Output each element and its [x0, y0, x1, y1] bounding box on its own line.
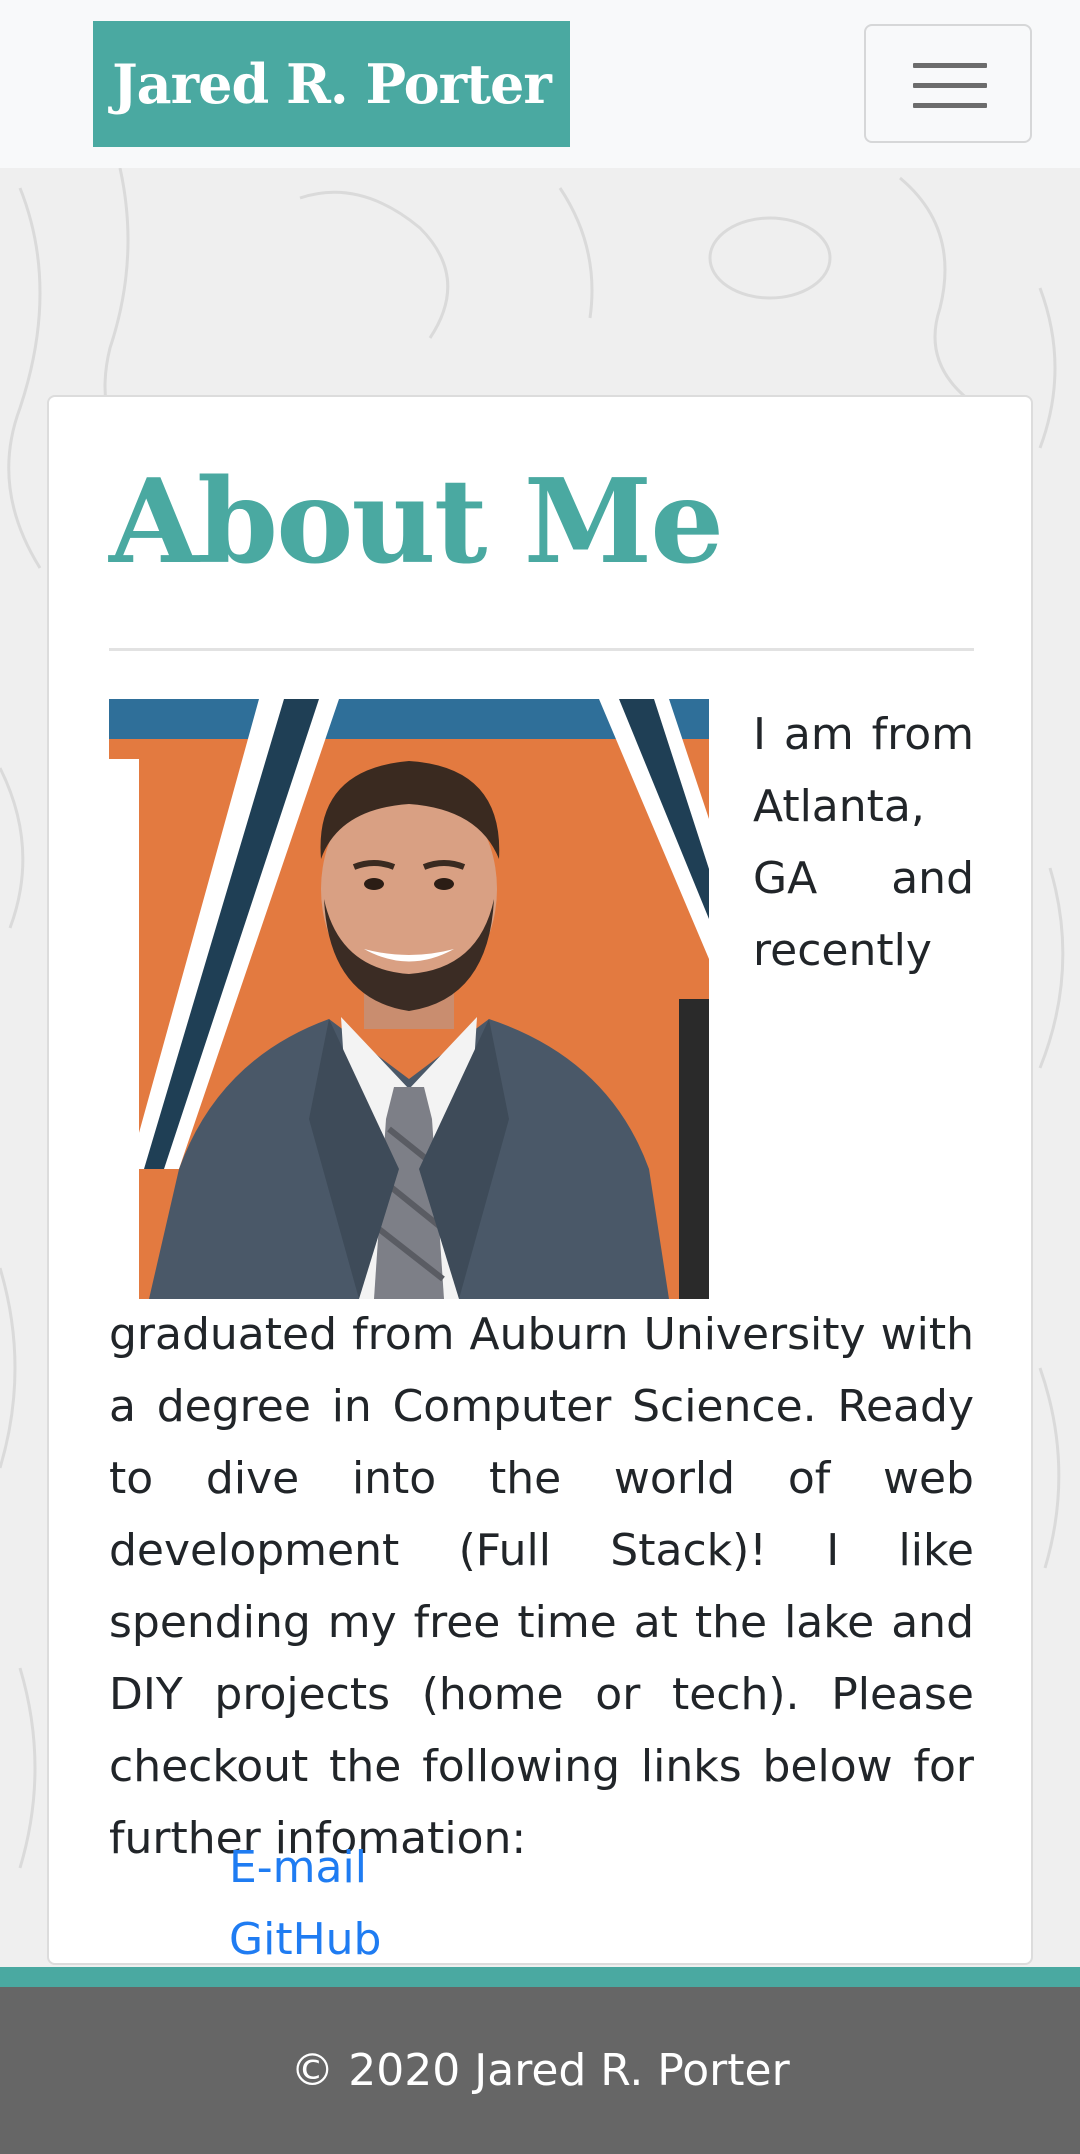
about-content: I am from Atlanta, GA and recently gradu… — [109, 699, 974, 1875]
site-brand[interactable]: Jared R. Porter — [93, 21, 570, 147]
email-link[interactable]: E-mail — [229, 1832, 381, 1904]
github-link[interactable]: GitHub — [229, 1904, 381, 1963]
footer-accent-strip — [0, 1967, 1080, 1987]
link-list: E-mail GitHub — [229, 1832, 381, 1963]
divider — [109, 648, 974, 651]
about-card: About Me I am from Atlanta, GA and recen… — [47, 395, 1033, 1965]
site-footer: © 2020 Jared R. Porter — [0, 1987, 1080, 2154]
footer-copyright: © 2020 Jared R. Porter — [290, 2045, 790, 2096]
top-navbar: Jared R. Porter — [0, 0, 1080, 168]
profile-photo — [109, 699, 709, 1299]
navbar-toggle-button[interactable] — [864, 24, 1032, 143]
page-title: About Me — [109, 454, 724, 590]
